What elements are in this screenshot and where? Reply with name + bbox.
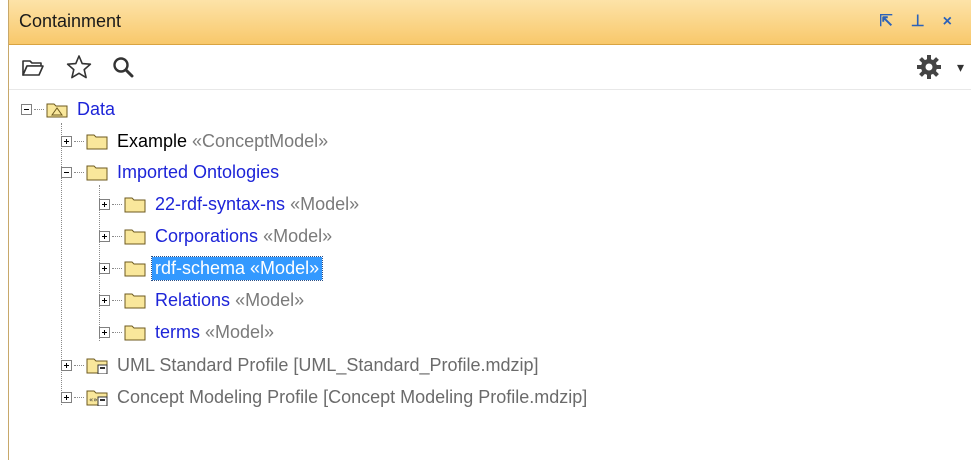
tree-node-imported-ontologies[interactable]: Imported Ontologies	[61, 157, 282, 187]
folder-icon	[124, 261, 146, 276]
tree-label: Imported Ontologies	[117, 161, 280, 182]
tree-node-uml-standard-profile[interactable]: UML Standard Profile [UML_Standard_Profi…	[61, 350, 542, 380]
folder-icon	[124, 325, 146, 340]
tree-label: Relations «Model»	[155, 289, 305, 310]
panel-title: Containment	[19, 11, 122, 31]
tree-node-22-rdf-syntax-ns[interactable]: 22-rdf-syntax-ns «Model»	[99, 189, 362, 219]
tree-node-terms[interactable]: terms «Model»	[99, 317, 277, 347]
restore-icon[interactable]: ⇱	[879, 12, 892, 32]
search-icon[interactable]	[109, 53, 137, 81]
collapse-icon[interactable]	[21, 103, 32, 115]
expand-icon[interactable]	[99, 230, 110, 242]
folder-icon	[124, 229, 146, 244]
containment-panel: Containment ⇱ ⊥ × ▾ Data Example «Concep…	[8, 0, 971, 460]
tree-node-corporations[interactable]: Corporations «Model»	[99, 221, 335, 251]
folder-icon	[124, 197, 146, 212]
svg-text:«»: «»	[89, 396, 98, 404]
window-controls: ⇱ ⊥ ×	[879, 12, 952, 32]
panel-title-bar: Containment ⇱ ⊥ ×	[9, 0, 971, 45]
pin-icon[interactable]: ⊥	[911, 12, 925, 32]
tree-label: Corporations «Model»	[155, 225, 333, 246]
toolbar: ▾	[9, 45, 971, 90]
tree-label: Data	[77, 98, 116, 119]
tree-label: Example «ConceptModel»	[117, 130, 329, 151]
tree-node-concept-modeling-profile[interactable]: «» Concept Modeling Profile [Concept Mod…	[61, 382, 590, 412]
star-icon[interactable]	[65, 53, 93, 81]
tree-label: terms «Model»	[155, 321, 275, 342]
gear-icon[interactable]	[915, 53, 943, 81]
package-icon	[46, 103, 68, 117]
folder-icon	[86, 165, 108, 180]
tree-node-example[interactable]: Example «ConceptModel»	[61, 126, 331, 156]
expand-icon[interactable]	[99, 326, 110, 338]
collapse-icon[interactable]	[61, 166, 72, 178]
expand-icon[interactable]	[99, 262, 110, 274]
expand-icon[interactable]	[99, 198, 110, 210]
containment-tree: Data Example «ConceptModel» Imported Ont…	[9, 92, 971, 460]
tree-node-rdf-schema[interactable]: rdf-schema «Model»	[99, 253, 324, 283]
folder-icon	[124, 293, 146, 308]
folder-icon	[86, 134, 108, 149]
expand-icon[interactable]	[61, 135, 72, 147]
expand-icon[interactable]	[99, 294, 110, 306]
profile-module-icon: «»	[86, 390, 108, 406]
tree-label: UML Standard Profile [UML_Standard_Profi…	[117, 354, 539, 375]
expand-icon[interactable]	[61, 391, 72, 403]
tree-label: Concept Modeling Profile [Concept Modeli…	[117, 386, 588, 407]
tree-node-data[interactable]: Data	[21, 94, 118, 124]
tree-label: 22-rdf-syntax-ns «Model»	[155, 193, 360, 214]
tree-label-selected: rdf-schema «Model»	[150, 255, 324, 281]
close-icon[interactable]: ×	[943, 12, 952, 32]
settings-caret-icon[interactable]: ▾	[957, 59, 964, 76]
open-folder-icon[interactable]	[19, 53, 47, 81]
tree-node-relations[interactable]: Relations «Model»	[99, 285, 307, 315]
expand-icon[interactable]	[61, 359, 72, 371]
profile-module-icon	[86, 358, 108, 374]
